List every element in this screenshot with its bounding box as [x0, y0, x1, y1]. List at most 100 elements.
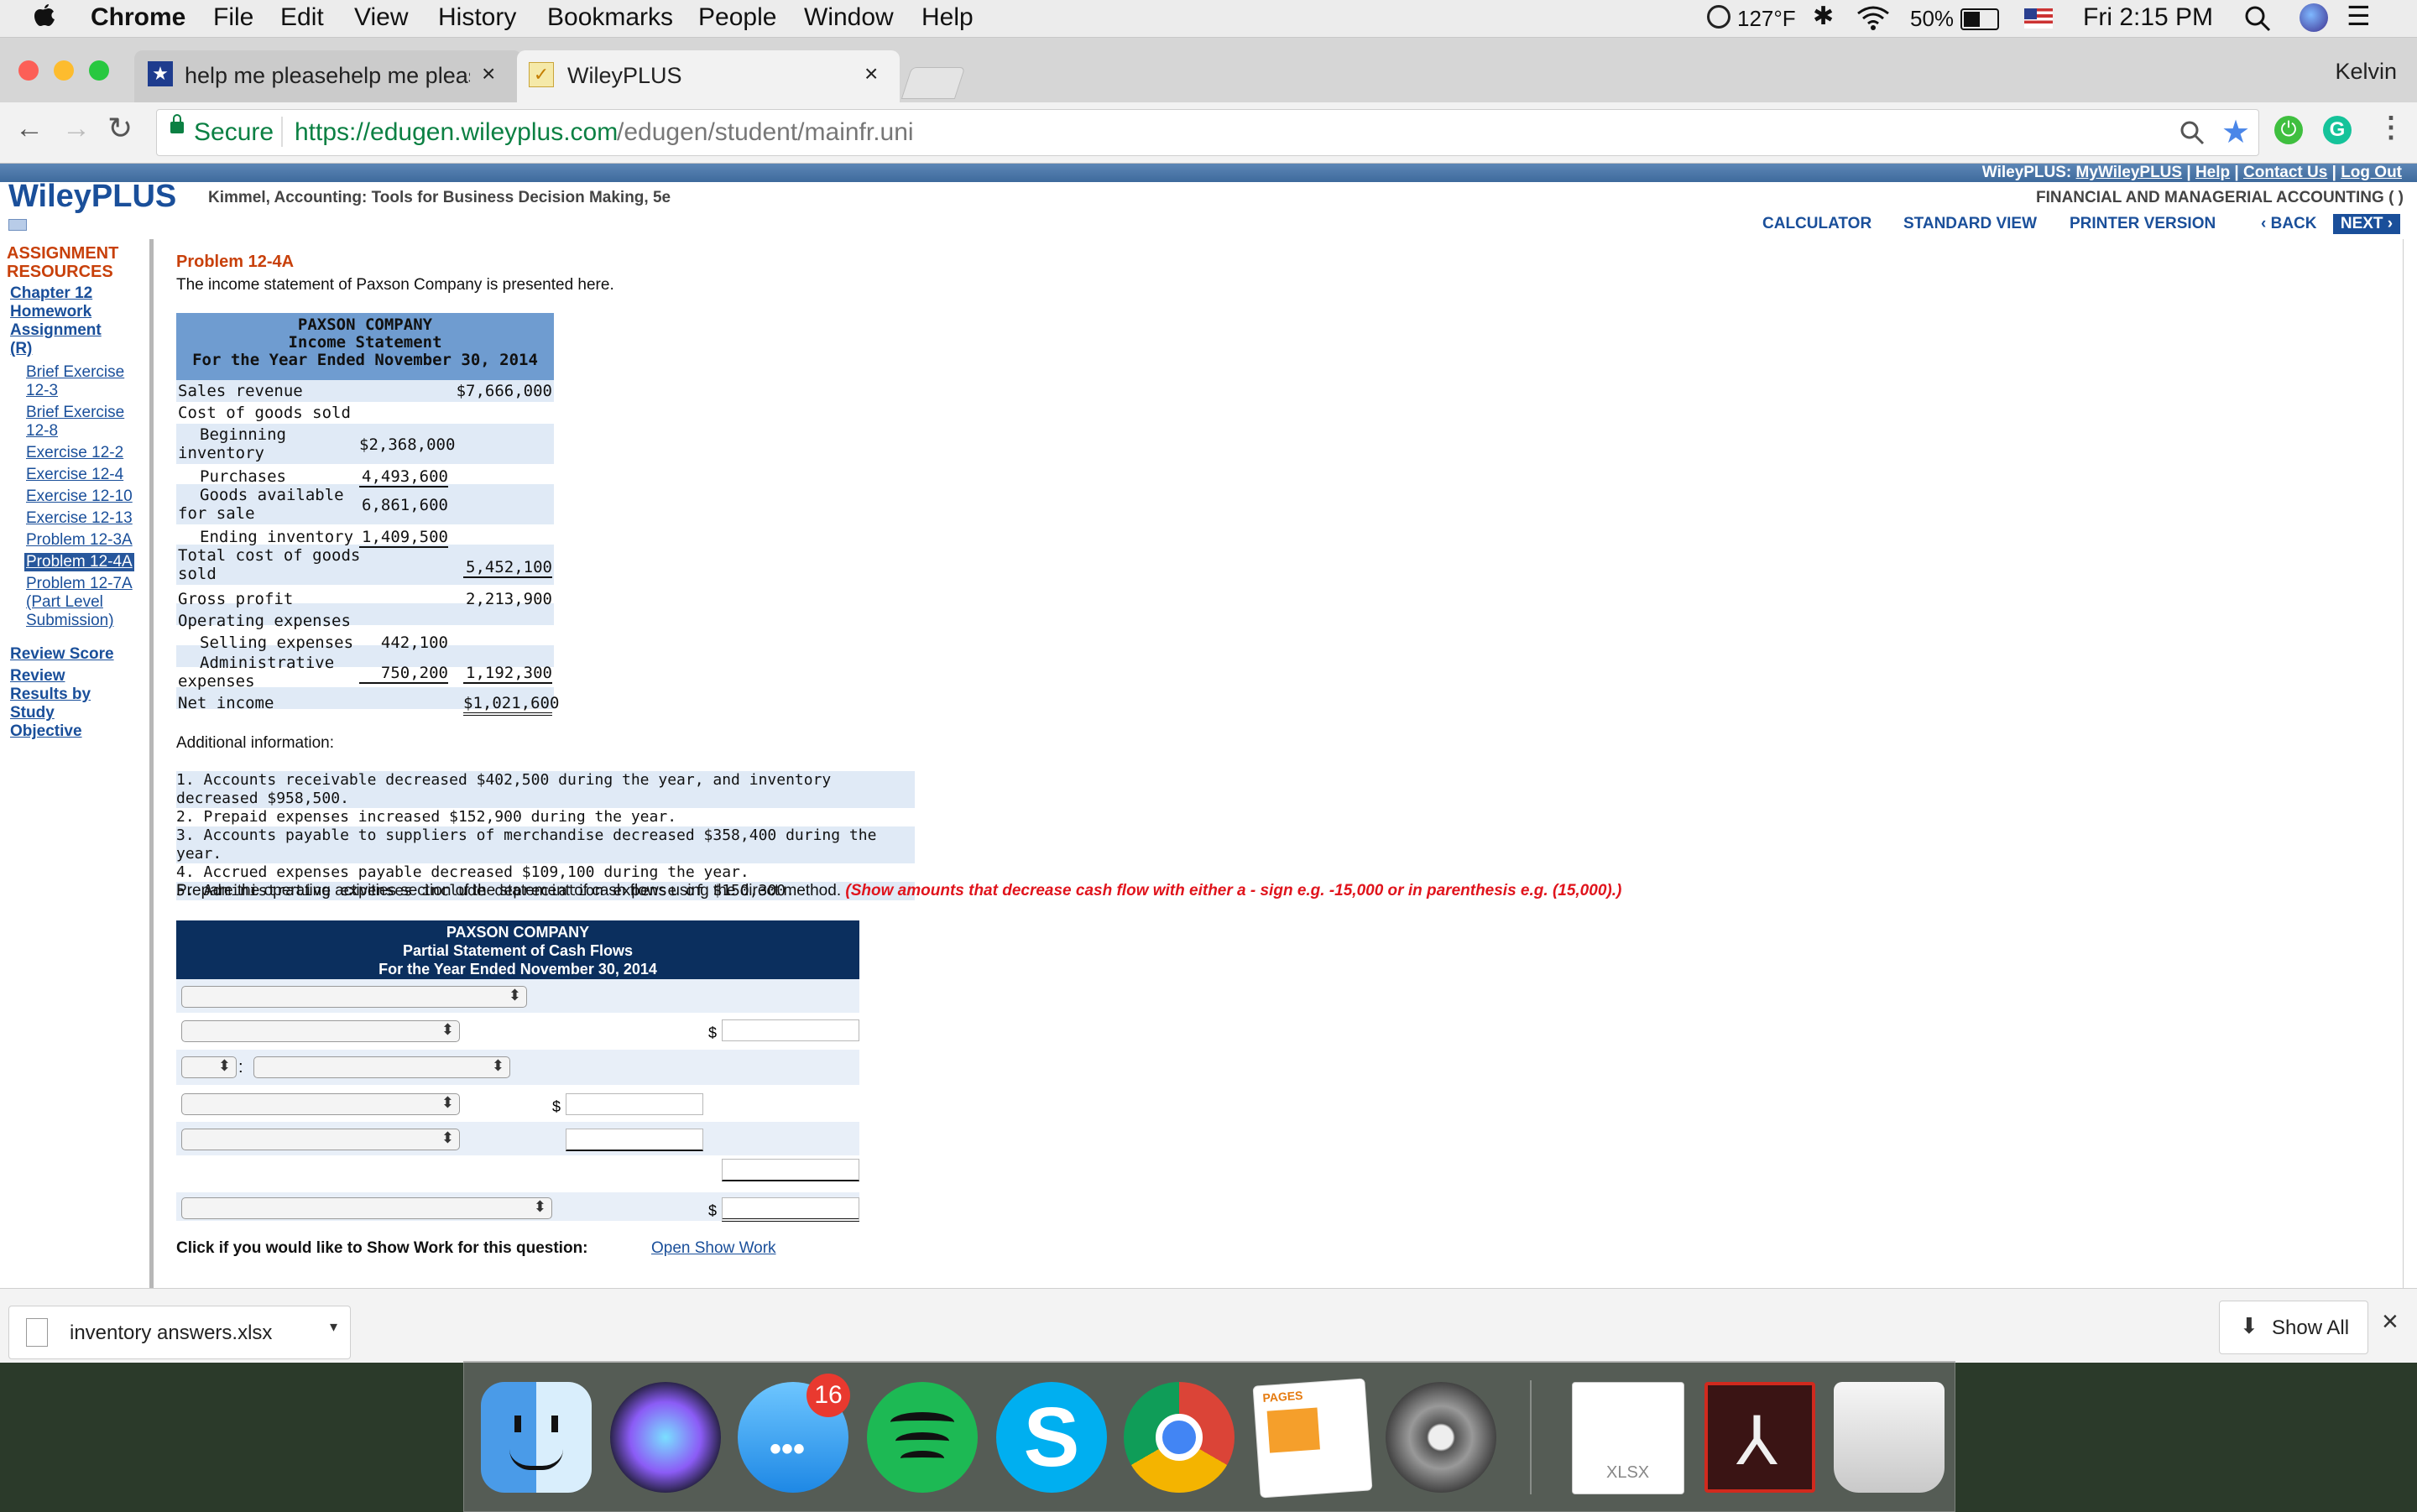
bluetooth-icon[interactable]: ✱ [1813, 2, 1834, 31]
menu-history[interactable]: History [438, 3, 516, 32]
bookmark-star-icon[interactable]: ★ [2221, 113, 2250, 151]
file-icon [26, 1318, 48, 1347]
review-results-link[interactable]: Objective [10, 722, 82, 741]
cf-line-dropdown[interactable] [181, 1093, 460, 1115]
cf-line-dropdown[interactable] [181, 1129, 460, 1150]
clock-text[interactable]: Fri 2:15 PM [2083, 3, 2213, 32]
chapter-link-line[interactable]: (R) [10, 340, 32, 358]
sidebar-item-exercise-12-10[interactable]: Exercise 12-10 [26, 487, 133, 506]
close-download-bar-icon[interactable]: × [2382, 1306, 2399, 1338]
review-results-link[interactable]: Review [10, 667, 65, 686]
sidebar-item-brief-exercise-12-3[interactable]: 12-3 [26, 382, 58, 400]
sidebar-item-exercise-12-4[interactable]: Exercise 12-4 [26, 466, 123, 484]
sidebar-item-problem-12-7a[interactable]: (Part Level [26, 593, 103, 612]
close-window-icon[interactable] [18, 60, 39, 81]
temperature-gauge-icon[interactable] [1707, 5, 1731, 29]
cf-line-dropdown[interactable] [253, 1056, 510, 1078]
chapter-link-line[interactable]: Chapter 12 [10, 284, 92, 303]
back-arrow-icon[interactable]: ← [15, 112, 44, 145]
trash-icon[interactable] [1834, 1382, 1945, 1493]
wileyplus-logo[interactable]: WileyPLUS [8, 179, 176, 215]
cf-amount-input[interactable] [566, 1129, 703, 1151]
tab-close-icon[interactable]: × [864, 60, 878, 87]
acrobat-icon[interactable]: ⅄ [1704, 1382, 1815, 1493]
zoom-icon[interactable] [2179, 120, 2205, 145]
menu-bookmarks[interactable]: Bookmarks [547, 3, 673, 32]
review-score-link[interactable]: Review Score [10, 645, 114, 664]
cf-amount-input[interactable] [566, 1093, 703, 1115]
log-out-link[interactable]: Log Out [2341, 164, 2402, 181]
review-results-link[interactable]: Results by [10, 686, 91, 704]
forward-arrow-icon[interactable]: → [62, 112, 91, 145]
finder-icon[interactable] [481, 1382, 592, 1493]
cf-amount-input[interactable] [722, 1019, 859, 1041]
contact-us-link[interactable]: Contact Us [2243, 164, 2327, 181]
extension-power-icon[interactable]: ⏻ [2274, 116, 2303, 144]
open-show-work-link[interactable]: Open Show Work [651, 1239, 776, 1258]
spotlight-search-icon[interactable] [2244, 5, 2271, 32]
mywileyplus-link[interactable]: MyWileyPLUS [2076, 164, 2183, 181]
sidebar-item-problem-12-4a[interactable]: Problem 12-4A [24, 553, 134, 571]
review-results-link[interactable]: Study [10, 704, 55, 722]
download-item[interactable]: inventory answers.xlsx ▾ [8, 1306, 351, 1359]
spotify-icon[interactable] [867, 1382, 978, 1493]
menu-edit[interactable]: Edit [280, 3, 324, 32]
back-button[interactable]: ‹ BACK [2261, 215, 2317, 233]
next-button[interactable]: NEXT › [2333, 214, 2400, 234]
sidebar-item-problem-12-7a[interactable]: Problem 12-7A [26, 575, 133, 593]
sidebar-item-brief-exercise-12-3[interactable]: Brief Exercise [26, 363, 124, 382]
sidebar-item-exercise-12-2[interactable]: Exercise 12-2 [26, 444, 123, 462]
collapse-nav-icon[interactable] [8, 219, 27, 231]
chapter-link-line[interactable]: Assignment [10, 321, 102, 340]
zoom-window-icon[interactable] [89, 60, 109, 81]
calculator-button[interactable]: CALCULATOR [1762, 215, 1871, 233]
menu-window[interactable]: Window [804, 3, 894, 32]
menu-view[interactable]: View [354, 3, 408, 32]
instruction-main: Prepare the operating activities section… [176, 882, 842, 899]
chrome-icon[interactable] [1124, 1382, 1235, 1493]
chapter-link-line[interactable]: Homework [10, 303, 91, 321]
cf-prefix-dropdown[interactable] [181, 1056, 237, 1078]
siri-icon[interactable] [2300, 3, 2328, 32]
sidebar-item-exercise-12-13[interactable]: Exercise 12-13 [26, 509, 133, 528]
download-options-caret-icon[interactable]: ▾ [330, 1318, 337, 1336]
sidebar-item-brief-exercise-12-8[interactable]: Brief Exercise [26, 404, 124, 422]
menu-help[interactable]: Help [921, 3, 974, 32]
address-bar[interactable]: Secure https://edugen.wileyplus.com /edu… [156, 109, 2259, 156]
siri-dock-icon[interactable] [610, 1382, 721, 1493]
cf-amount-input[interactable] [722, 1197, 859, 1222]
cf-amount-input[interactable] [722, 1159, 859, 1181]
menu-file[interactable]: File [213, 3, 253, 32]
notification-center-icon[interactable]: ☰ [2347, 0, 2371, 32]
cf-line-dropdown[interactable] [181, 1197, 552, 1219]
input-source-flag-icon[interactable] [2024, 8, 2053, 29]
standard-view-button[interactable]: STANDARD VIEW [1903, 215, 2037, 233]
chrome-menu-icon[interactable]: ⋮ [2377, 111, 2405, 144]
sidebar-item-problem-12-7a[interactable]: Submission) [26, 612, 114, 630]
cf-line-dropdown[interactable] [181, 1020, 460, 1042]
tab-close-icon[interactable]: × [482, 60, 495, 87]
printer-version-button[interactable]: PRINTER VERSION [2070, 215, 2216, 233]
grammarly-icon[interactable]: G [2323, 116, 2352, 144]
skype-icon[interactable]: S [996, 1382, 1107, 1493]
new-tab-button[interactable] [901, 67, 966, 99]
minimize-window-icon[interactable] [54, 60, 74, 81]
system-preferences-icon[interactable] [1386, 1382, 1496, 1493]
tab-help-me[interactable]: ★ help me pleasehelp me please × [134, 50, 522, 102]
is-label: Cost of goods sold [178, 404, 351, 422]
apple-icon[interactable] [34, 0, 55, 29]
help-link[interactable]: Help [2195, 164, 2230, 181]
wifi-icon[interactable] [1856, 5, 1890, 30]
show-all-button[interactable]: ⬇ Show All [2219, 1301, 2368, 1354]
tab-wileyplus[interactable]: ✓ WileyPLUS × [517, 50, 900, 102]
menu-people[interactable]: People [698, 3, 776, 32]
battery-icon[interactable] [1960, 8, 1999, 30]
menu-app-name[interactable]: Chrome [91, 3, 185, 32]
sidebar-item-problem-12-3a[interactable]: Problem 12-3A [26, 531, 133, 550]
pages-icon[interactable]: PAGES [1252, 1378, 1373, 1499]
xlsx-document-icon[interactable]: XLSX [1572, 1382, 1684, 1494]
cf-line-dropdown[interactable] [181, 986, 527, 1008]
profile-name[interactable]: Kelvin [2335, 59, 2397, 85]
sidebar-item-brief-exercise-12-8[interactable]: 12-8 [26, 422, 58, 441]
reload-icon[interactable]: ↻ [107, 111, 133, 146]
